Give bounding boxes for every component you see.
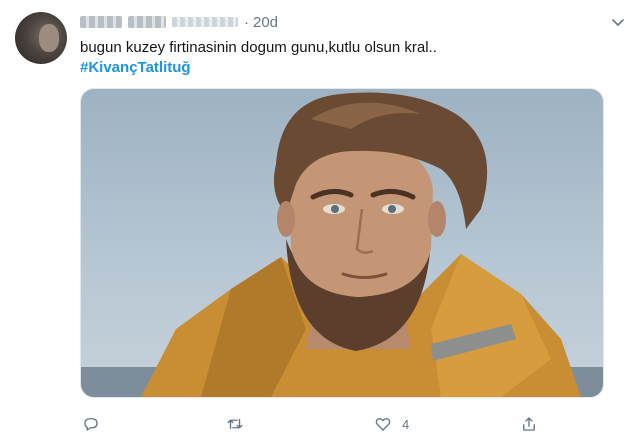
reply-icon xyxy=(84,418,98,431)
tweet-timestamp[interactable]: 20d xyxy=(253,14,278,31)
like-count: 4 xyxy=(402,416,410,432)
header-separator: · xyxy=(244,13,249,31)
share-button[interactable] xyxy=(520,412,538,436)
tweet-card[interactable]: · 20d bugun kuzey firtinasinin dogum gun… xyxy=(0,0,640,445)
tweet-photo[interactable] xyxy=(80,88,604,398)
share-icon xyxy=(523,417,535,431)
portrait-photo-illustration xyxy=(81,92,603,397)
tweet-hashtag-link[interactable]: #KivançTatlituğ xyxy=(80,58,191,78)
heart-icon xyxy=(375,417,391,431)
reply-button[interactable] xyxy=(82,412,100,436)
chevron-down-icon[interactable] xyxy=(610,14,626,30)
blurred-display-name[interactable] xyxy=(80,16,122,28)
tweet-text: bugun kuzey firtinasinin dogum gunu,kutl… xyxy=(80,39,437,56)
tweet-actions: 4 xyxy=(80,412,620,436)
like-button[interactable]: 4 xyxy=(374,412,409,436)
avatar-face xyxy=(39,24,59,52)
tweet-header: · 20d xyxy=(80,12,278,32)
blurred-handle[interactable] xyxy=(172,17,238,27)
retweet-button[interactable] xyxy=(226,412,244,436)
avatar[interactable] xyxy=(15,12,67,64)
retweet-icon xyxy=(227,418,243,430)
blurred-display-name-2[interactable] xyxy=(128,16,166,28)
